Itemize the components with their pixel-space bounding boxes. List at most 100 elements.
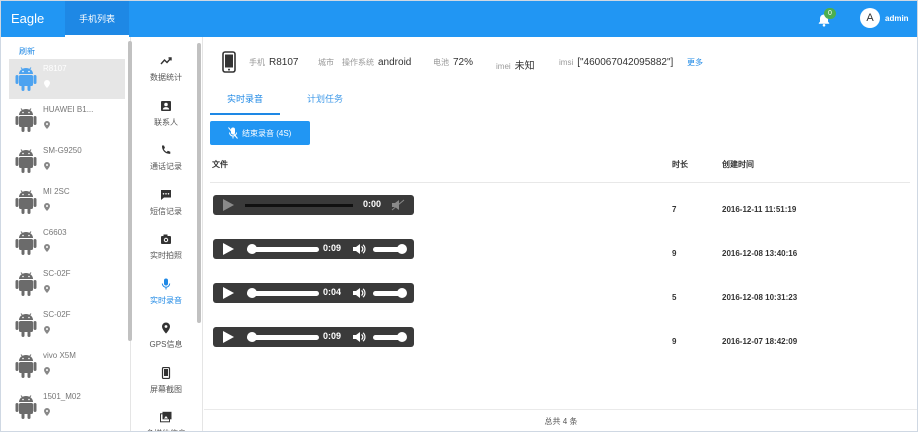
audio-player[interactable]: 0:00 — [213, 195, 414, 215]
username[interactable]: admin — [885, 14, 909, 23]
device-name: SC-02F — [43, 310, 71, 319]
device-item[interactable]: SC-02F — [9, 264, 125, 304]
stop-recording-label: 结束录音 (4S) — [242, 129, 292, 138]
brand-logo[interactable]: Eagle — [11, 11, 44, 26]
function-label: 数据统计 — [150, 73, 182, 82]
function-item[interactable]: 联系人 — [133, 96, 199, 136]
audio-player[interactable]: 0:09 — [213, 239, 414, 259]
device-item[interactable]: vivo X5M — [9, 346, 125, 386]
volume-knob[interactable] — [397, 244, 407, 254]
location-pin-icon — [44, 285, 50, 293]
device-info-bar: 手机 R8107 城市 操作系统 android 电池 72% imei 未知 imsi… — [204, 49, 917, 77]
refresh-link[interactable]: 刷新 — [19, 46, 35, 57]
device-item[interactable]: SM-G9250 — [9, 141, 125, 181]
created-cell: 2016-12-07 18:42:09 — [722, 337, 798, 346]
progress-track[interactable] — [247, 335, 319, 340]
function-label: GPS信息 — [149, 340, 183, 349]
audio-time: 0:04 — [323, 287, 342, 297]
volume-knob[interactable] — [397, 332, 407, 342]
device-item[interactable]: MI 2SC — [9, 182, 125, 222]
col-file: 文件 — [212, 160, 228, 169]
device-name: C6603 — [43, 228, 67, 237]
device-item[interactable]: C6603 — [9, 223, 125, 263]
audio-player[interactable]: 0:04 — [213, 283, 414, 303]
function-label: 实时拍照 — [150, 251, 182, 260]
play-icon[interactable] — [223, 243, 234, 255]
play-icon[interactable] — [223, 331, 234, 343]
nav-tab-phone-list[interactable]: 手机列表 — [65, 1, 129, 37]
function-menu-scrollbar[interactable] — [197, 43, 201, 323]
location-pin-icon — [44, 367, 50, 375]
mic-off-icon — [228, 127, 238, 139]
progress-track[interactable] — [245, 204, 353, 207]
progress-knob[interactable] — [247, 288, 257, 298]
function-label: 屏幕截图 — [150, 384, 182, 394]
function-label: 联系人 — [154, 117, 178, 127]
location-pin-icon — [44, 326, 50, 334]
progress-track[interactable] — [247, 247, 319, 252]
info-battery: 电池 72% — [433, 57, 474, 68]
function-item[interactable]: 屏幕截图 — [133, 363, 199, 403]
function-menu: 数据统计联系人通话记录短信记录实时拍照实时录音 GPS信息屏幕截图多媒体信息 — [133, 37, 203, 431]
location-pin-icon — [44, 203, 50, 211]
progress-knob[interactable] — [247, 244, 257, 254]
col-created: 创建时间 — [722, 160, 754, 169]
function-label: 实时录音 — [150, 295, 182, 305]
screenshot-icon — [161, 366, 171, 379]
function-item[interactable]: 实时录音 — [133, 274, 199, 314]
function-item[interactable]: 通话记录 — [133, 140, 199, 180]
function-item[interactable]: 多媒体信息 — [133, 407, 199, 431]
table-row: 0:04 5 2016-12-08 10:31:23 — [210, 281, 910, 321]
progress-knob[interactable] — [247, 332, 257, 342]
avatar[interactable]: A — [860, 8, 880, 28]
tab-realtime-recording[interactable]: 实时录音 — [210, 89, 280, 115]
duration-cell: 7 — [672, 205, 677, 214]
main-panel: 手机 R8107 城市 操作系统 android 电池 72% imei 未知 imsi… — [204, 37, 917, 431]
duration-cell: 9 — [672, 337, 677, 346]
device-list-scrollbar[interactable] — [128, 41, 132, 341]
device-name: R8107 — [43, 64, 67, 73]
function-label: 通话记录 — [150, 162, 182, 171]
device-name: HUAWEI B1... — [43, 105, 94, 114]
location-pin-icon — [44, 162, 50, 170]
progress-track[interactable] — [247, 291, 319, 296]
location-pin-icon — [44, 408, 50, 416]
audio-player[interactable]: 0:09 — [213, 327, 414, 347]
mute-icon[interactable] — [391, 199, 405, 211]
audio-time: 0:09 — [323, 243, 342, 253]
device-item[interactable]: 1501_M02 — [9, 387, 125, 427]
top-bar: Eagle 手机列表 0 A admin — [1, 1, 917, 37]
volume-knob[interactable] — [397, 288, 407, 298]
phone-call-icon — [161, 145, 171, 154]
more-link[interactable]: 更多 — [687, 57, 703, 68]
app-window: Eagle 手机列表 0 A admin 刷新 R8107 HUAWEI B1..… — [0, 0, 918, 432]
device-item[interactable]: R8107 — [9, 59, 125, 99]
table-row: 0:09 9 2016-12-08 13:40:16 — [210, 237, 910, 277]
device-item[interactable]: HUAWEI B1... — [9, 100, 125, 140]
function-item[interactable]: 实时拍照 — [133, 229, 199, 269]
table-row: 0:09 9 2016-12-07 18:42:09 — [210, 325, 910, 365]
function-label: 短信记录 — [150, 206, 182, 216]
created-cell: 2016-12-11 11:51:19 — [722, 205, 797, 214]
function-item[interactable]: GPS信息 — [133, 318, 199, 358]
location-pin-icon — [44, 80, 50, 88]
tab-scheduled-tasks[interactable]: 计划任务 — [290, 89, 360, 115]
android-icon — [15, 229, 37, 257]
duration-cell: 5 — [672, 293, 677, 302]
col-duration: 时长 — [672, 160, 688, 169]
play-icon[interactable] — [223, 287, 234, 299]
play-icon[interactable] — [223, 199, 234, 211]
device-item[interactable]: SC-02F — [9, 305, 125, 345]
device-name: SM-G9250 — [43, 146, 82, 155]
stop-recording-button[interactable]: 结束录音 (4S) — [210, 121, 310, 145]
volume-icon[interactable] — [352, 287, 366, 299]
function-item[interactable]: 短信记录 — [133, 185, 199, 225]
tab-bar: 实时录音 计划任务 — [210, 89, 910, 115]
volume-icon[interactable] — [352, 243, 366, 255]
info-imsi: imsi ["460067042095882"] — [559, 57, 674, 68]
duration-cell: 9 — [672, 249, 677, 258]
function-item[interactable]: 数据统计 — [133, 51, 199, 91]
media-icon — [160, 411, 172, 423]
volume-icon[interactable] — [352, 331, 366, 343]
created-cell: 2016-12-08 13:40:16 — [722, 249, 798, 258]
